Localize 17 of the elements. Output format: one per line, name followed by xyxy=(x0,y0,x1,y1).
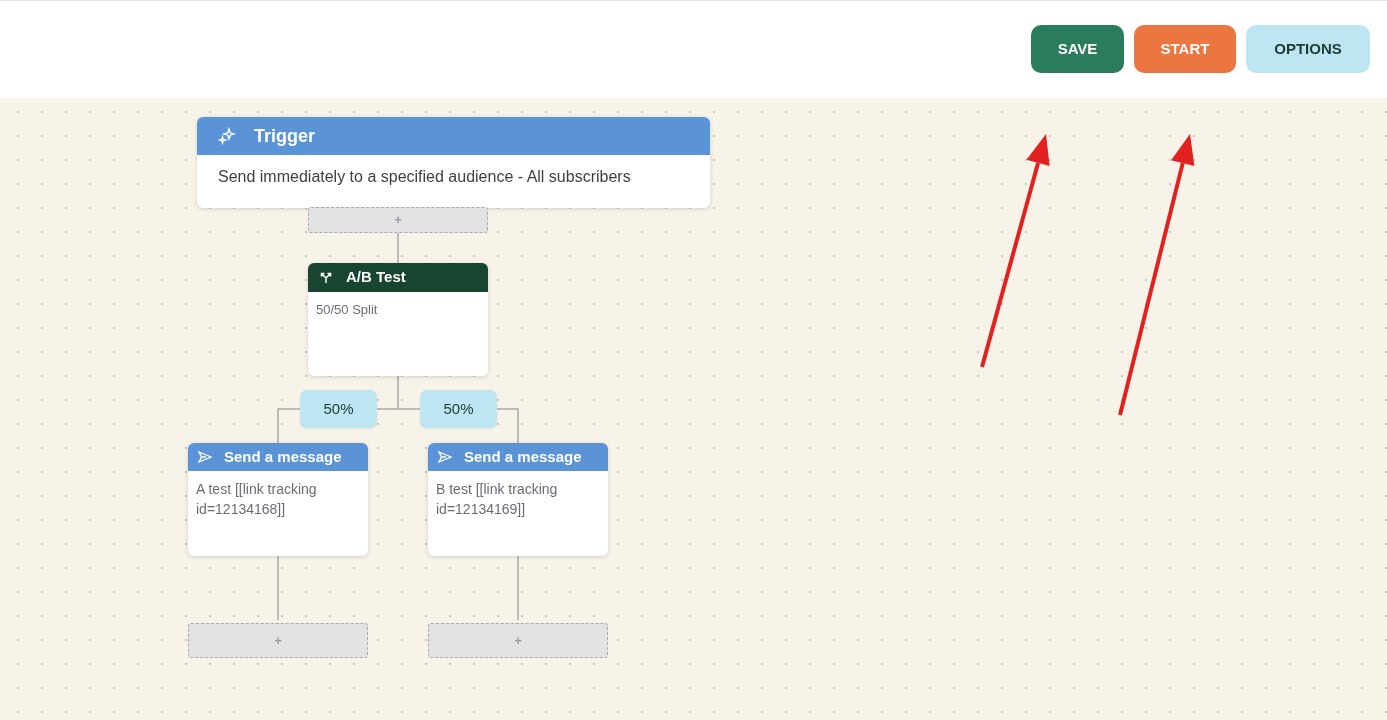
message-node[interactable]: Send a message B test [[link tracking id=12134169]] xyxy=(428,443,608,556)
node-description: A test [[link tracking id=12134168]] xyxy=(195,480,318,519)
node-description: B test [[link tracking id=12134169]] xyxy=(435,480,559,519)
node-title: Send a message xyxy=(464,446,582,467)
message-node[interactable]: Send a message A test [[link tracking id=12134168]] xyxy=(188,443,368,556)
split-percentage: 50% xyxy=(420,390,497,428)
start-button[interactable]: START xyxy=(1134,25,1236,73)
node-description: 50/50 Split xyxy=(315,301,379,319)
save-button[interactable]: SAVE xyxy=(1031,25,1124,73)
node-title: A/B Test xyxy=(346,267,406,288)
node-description: Send immediately to a specified audience - All subscribers xyxy=(217,167,632,187)
split-percentage: 50% xyxy=(300,390,377,428)
node-title: Send a message xyxy=(224,446,342,467)
node-title: Trigger xyxy=(254,124,315,148)
options-button[interactable]: OPTIONS xyxy=(1246,25,1370,73)
ab-test-node[interactable]: A/B Test 50/50 Split xyxy=(308,263,488,376)
trigger-node[interactable]: Trigger Send immediately to a specified audience - All subscribers xyxy=(197,117,710,208)
